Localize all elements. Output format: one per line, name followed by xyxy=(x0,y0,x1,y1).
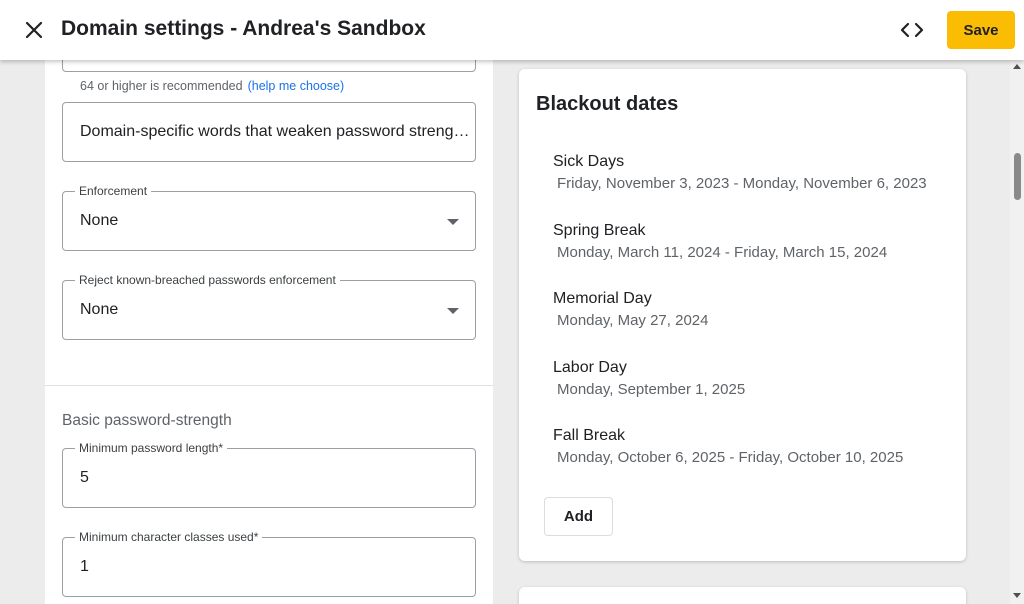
blackout-dates-title: Blackout dates xyxy=(536,93,679,115)
enforcement-value: None xyxy=(80,212,119,229)
scroll-thumb[interactable] xyxy=(1014,153,1021,200)
min-password-length-label: Minimum password length* xyxy=(75,441,228,455)
blackout-range: Monday, October 6, 2025 - Friday, Octobe… xyxy=(557,449,904,466)
min-character-classes-value: 1 xyxy=(80,558,89,575)
save-button[interactable]: Save xyxy=(947,11,1015,49)
list-item: Spring Break Monday, March 11, 2024 - Fr… xyxy=(553,222,887,262)
enforcement-label: Enforcement xyxy=(75,184,152,198)
enforcement-select[interactable]: Enforcement None xyxy=(62,184,476,251)
blackout-range: Monday, March 11, 2024 - Friday, March 1… xyxy=(557,244,888,261)
recommendation-hint: 64 or higher is recommended (help me choo… xyxy=(80,79,344,93)
password-settings-panel: 64 or higher is recommended (help me choo… xyxy=(45,60,493,604)
hint-text: 64 or higher is recommended xyxy=(80,79,243,93)
blackout-name: Spring Break xyxy=(553,222,646,239)
min-password-length-field[interactable]: Minimum password length* 5 xyxy=(62,441,476,508)
blackout-name: Sick Days xyxy=(553,153,625,170)
breached-passwords-value: None xyxy=(80,301,119,318)
blackout-range: Friday, November 3, 2023 - Monday, Novem… xyxy=(557,175,927,192)
blackout-name: Fall Break xyxy=(553,427,626,444)
next-card xyxy=(519,587,966,604)
chevron-down-icon xyxy=(447,219,459,225)
scrollbar[interactable] xyxy=(1010,60,1024,604)
blackout-name: Memorial Day xyxy=(553,290,652,307)
close-icon[interactable] xyxy=(22,18,46,42)
min-character-classes-label: Minimum character classes used* xyxy=(75,530,263,544)
section-divider xyxy=(45,385,493,386)
basic-password-strength-heading: Basic password-strength xyxy=(62,412,232,429)
add-blackout-button[interactable]: Add xyxy=(544,497,613,536)
code-icon[interactable] xyxy=(898,18,926,42)
breached-passwords-label: Reject known-breached passwords enforcem… xyxy=(75,273,340,287)
list-item: Memorial Day Monday, May 27, 2024 xyxy=(553,290,708,330)
domain-words-value: Domain-specific words that weaken passwo… xyxy=(80,123,470,140)
breached-passwords-select[interactable]: Reject known-breached passwords enforcem… xyxy=(62,273,476,340)
scroll-up-arrow-icon[interactable] xyxy=(1013,64,1021,69)
list-item: Labor Day Monday, September 1, 2025 xyxy=(553,359,745,399)
blackout-range: Monday, September 1, 2025 xyxy=(557,381,746,398)
min-password-length-value: 5 xyxy=(80,469,89,486)
blackout-dates-card: Blackout dates Sick Days Friday, Novembe… xyxy=(519,69,966,561)
password-strength-field[interactable] xyxy=(62,60,476,72)
list-item: Fall Break Monday, October 6, 2025 - Fri… xyxy=(553,427,903,467)
chevron-down-icon xyxy=(447,308,459,314)
blackout-range: Monday, May 27, 2024 xyxy=(557,312,709,329)
scroll-down-arrow-icon[interactable] xyxy=(1013,593,1021,598)
list-item: Sick Days Friday, November 3, 2023 - Mon… xyxy=(553,153,927,193)
top-bar: Domain settings - Andrea's Sandbox Save xyxy=(0,0,1024,60)
blackout-name: Labor Day xyxy=(553,359,627,376)
page-title: Domain settings - Andrea's Sandbox xyxy=(61,17,426,40)
min-character-classes-field[interactable]: Minimum character classes used* 1 xyxy=(62,530,476,597)
domain-words-field[interactable]: Domain-specific words that weaken passwo… xyxy=(62,102,476,162)
help-me-choose-link[interactable]: (help me choose) xyxy=(248,79,345,93)
